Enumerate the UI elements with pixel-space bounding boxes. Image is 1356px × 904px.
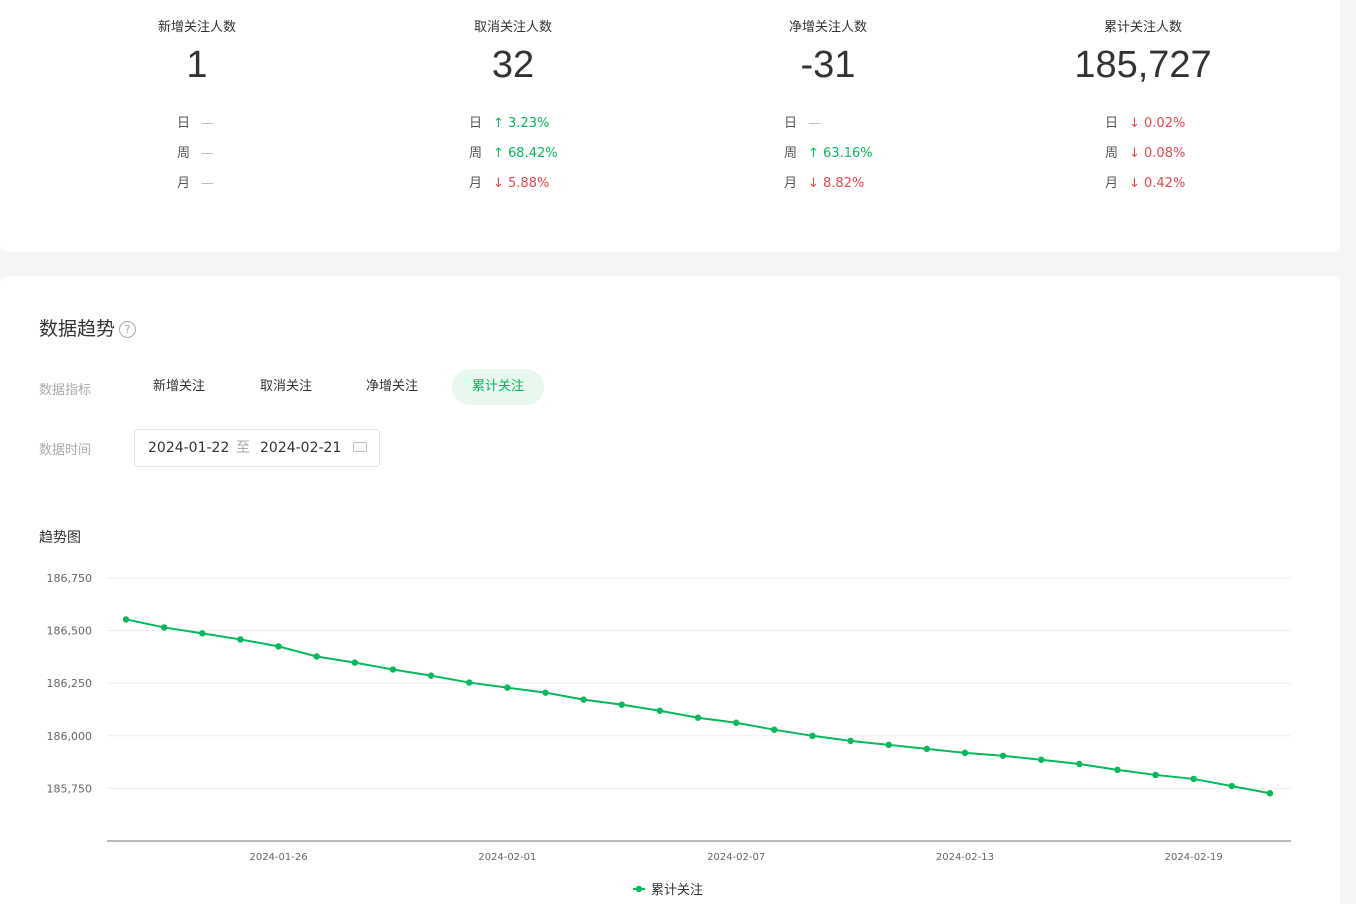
data-point [389,666,397,673]
change-value: ↑ 68.42% [493,146,558,161]
legend-label: 累计关注 [651,883,703,898]
trend-chart: 186,750 186,500 186,250 186,000 185,750 2024-… [47,572,1291,898]
stat-label: 净增关注人数 [788,20,867,35]
data-point [122,616,130,623]
period-label: 日 [784,116,798,131]
stat-compare-row: 月 ↓ 0.42% [1105,172,1185,191]
change-value: — [201,146,214,161]
period-label: 周 [469,146,483,161]
x-tick-label: 2024-02-19 [1165,852,1223,863]
data-point [160,624,168,631]
change-value: ↓ 8.82% [808,176,865,191]
data-point [923,745,930,753]
x-tick-label: 2024-02-01 [478,852,536,863]
x-tick-label: 2024-01-26 [249,852,307,863]
stat-compare-row: 周 ↑ 63.16% [784,142,873,161]
change-value: ↓ 0.42% [1129,176,1186,191]
y-tick-label: 185,750 [47,782,93,795]
data-point [1076,760,1083,768]
data-point [466,679,473,686]
data-point [237,636,244,643]
period-label: 周 [177,146,191,161]
data-point [275,643,282,650]
change-value: ↑ 3.23% [493,116,550,131]
stat-label: 取消关注人数 [473,20,552,35]
stat-compare-row: 日 — [177,112,214,131]
period-label: 月 [1105,176,1119,191]
data-point [732,719,740,726]
data-point [694,714,702,721]
data-point [580,696,587,703]
stat-compare-row: 月 ↓ 8.82% [784,172,864,191]
period-label: 周 [784,146,798,161]
data-point [542,689,549,696]
stat-label: 新增关注人数 [157,20,236,35]
data-point [999,752,1007,759]
change-value: — [201,116,214,131]
stat-compare-row: 周 ↓ 0.08% [1105,142,1185,161]
stats-card: 新增关注人数 1 日 — 周 — 月 — 取消关注人数 32 日 ↑ 3.23% 周 ↑ 68.42%… [0,0,1340,252]
period-label: 月 [784,176,798,191]
data-point [618,701,625,708]
y-tick-label: 186,750 [47,572,93,585]
x-tick-label: 2024-02-07 [707,852,765,863]
legend-marker [635,885,643,893]
stat-compare-row: 月 ↓ 5.88% [469,172,549,191]
period-label: 日 [1105,116,1119,131]
stat-compare-row: 月 — [177,172,214,191]
period-label: 日 [469,116,483,131]
data-point [313,653,320,660]
data-point [351,659,358,666]
stat-compare-row: 周 ↑ 68.42% [469,142,558,161]
stat-compare-row: 日 ↑ 3.23% [469,112,549,131]
stat-value: 1 [186,44,208,86]
data-point [199,630,206,637]
change-value: ↓ 0.08% [1129,146,1186,161]
y-tick-label: 186,250 [47,677,93,690]
stat-value: 32 [491,44,535,86]
scrollbar[interactable] [1341,0,1356,904]
x-tick-label: 2024-02-13 [936,852,994,863]
data-point [1228,782,1236,790]
change-value: — [808,116,821,131]
stat-compare-row: 日 ↓ 0.02% [1105,112,1185,131]
change-value: — [201,176,214,191]
stat-compare-row: 日 — [784,112,821,131]
period-label: 月 [177,176,191,191]
data-point [847,737,854,745]
data-point [504,684,511,691]
series-line [125,618,1271,795]
data-point [809,732,816,739]
data-point [1038,756,1045,763]
period-label: 日 [177,116,191,131]
stat-value: -31 [800,44,856,86]
data-point [961,749,969,757]
data-point [656,707,664,714]
data-point [1114,766,1121,774]
period-label: 周 [1105,146,1119,161]
period-label: 月 [469,176,483,191]
data-point [885,741,892,749]
stat-label: 累计关注人数 [1103,20,1182,35]
change-value: ↑ 63.16% [808,146,873,161]
data-point [1190,775,1197,783]
y-tick-label: 186,500 [47,625,93,638]
change-value: ↓ 0.02% [1129,116,1186,131]
change-value: ↓ 5.88% [493,176,550,191]
data-point [1266,790,1274,797]
data-point [1152,771,1159,779]
data-point [771,726,778,733]
stat-value: 185,727 [1074,44,1212,86]
y-tick-label: 186,000 [47,730,93,743]
stat-compare-row: 周 — [177,142,214,161]
data-point [427,672,435,679]
